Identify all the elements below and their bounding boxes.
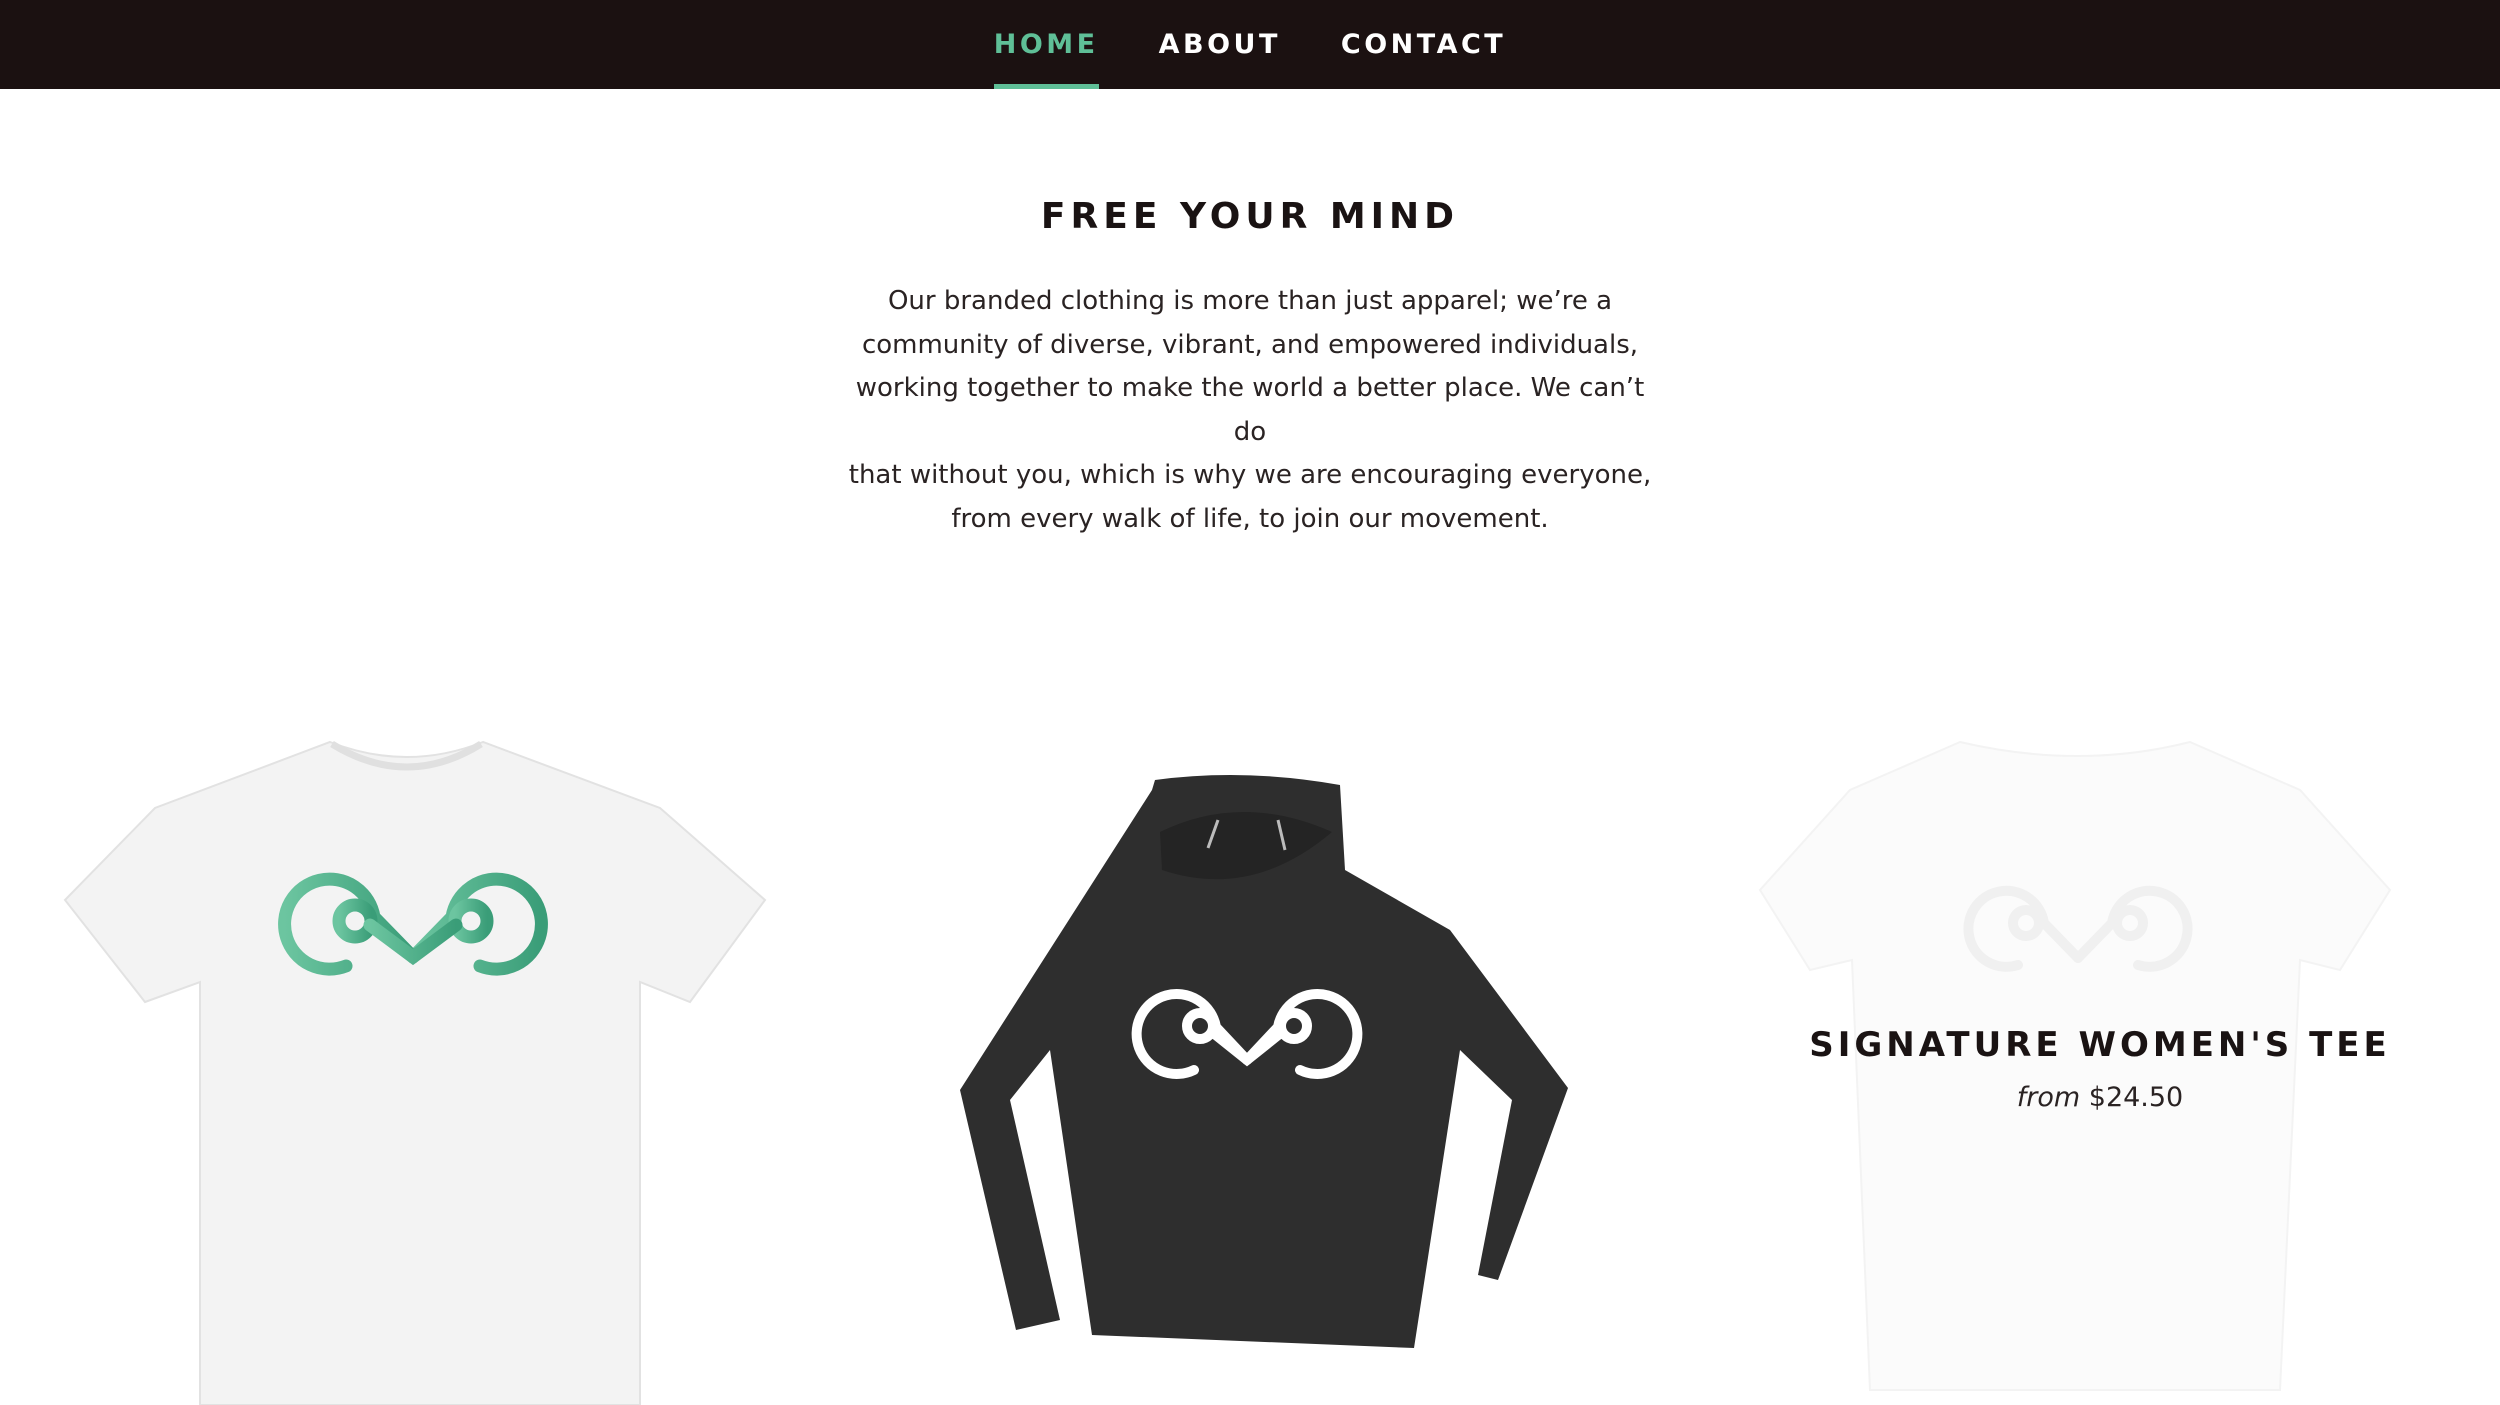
hero-description-line: Our branded clothing is more than just a… <box>887 286 1613 316</box>
price-value: $24.50 <box>2088 1082 2184 1113</box>
hero-description: Our branded clothing is more than just a… <box>840 280 1660 541</box>
hero-description-line: working together to make the world a bet… <box>855 373 1645 447</box>
black-hoodie-image <box>960 775 1568 1348</box>
nav-about-link[interactable]: ABOUT <box>1159 0 1281 89</box>
hero-description-line: from every walk of life, to join our mov… <box>951 503 1549 534</box>
nav-home-link[interactable]: HOME <box>993 0 1099 89</box>
hero-title: FREE YOUR MIND <box>1040 196 1460 237</box>
top-navbar: HOME ABOUT CONTACT <box>0 0 2500 89</box>
hero-description-line: community of diverse, vibrant, and empow… <box>861 329 1639 360</box>
white-tshirt-image <box>63 740 767 1405</box>
product-card-womens-tee[interactable]: SIGNATURE WOMEN'S TEE from $24.50 <box>1740 720 2460 1405</box>
product-title[interactable]: SIGNATURE WOMEN'S TEE <box>1740 1025 2460 1065</box>
product-card-tshirt[interactable] <box>40 720 780 1405</box>
hero-description-line: that without you, which is why we are en… <box>848 460 1652 490</box>
price-prefix: from <box>2016 1082 2081 1113</box>
product-card-hoodie[interactable] <box>900 720 1700 1405</box>
product-price: from $24.50 <box>1740 1082 2460 1113</box>
nav-contact-link[interactable]: CONTACT <box>1341 0 1506 89</box>
